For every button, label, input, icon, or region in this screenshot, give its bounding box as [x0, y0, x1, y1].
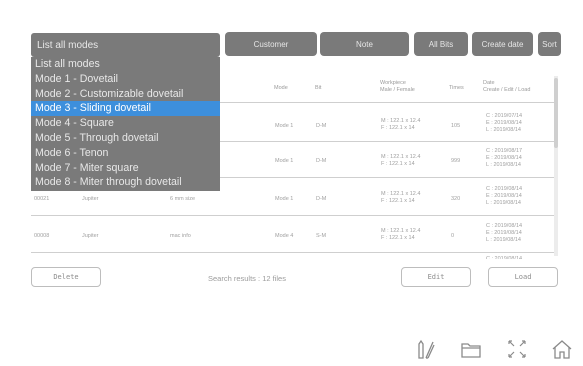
cell-workpiece-female: F : 122.1 x 14: [381, 161, 415, 167]
cell-times: 0: [451, 233, 455, 239]
cell-date-create: C : 2019/08/14: [486, 186, 523, 192]
cell-date-load: L : 2019/08/14: [486, 162, 521, 168]
cell-date-load: L : 2019/08/14: [486, 237, 521, 243]
cell-bit: D-M: [316, 196, 327, 202]
cell-workpiece-male: M : 122.1 x 12.4: [381, 228, 421, 234]
cell-times: 320: [451, 196, 461, 202]
cell-note: 6 mm size: [170, 196, 196, 202]
dropdown-option-mode-2[interactable]: Mode 2 - Customizable dovetail: [31, 87, 220, 102]
cell-workpiece-female: F : 122.1 x 14: [381, 198, 415, 204]
cell-date-load: L : 2019/08/14: [486, 200, 521, 206]
search-results-count: Search results : 12 files: [208, 274, 286, 283]
cell-workpiece-male: M : 122.1 x 12.4: [381, 154, 421, 160]
cell-workpiece-female: F : 122.1 x 14: [381, 235, 415, 241]
cell-date-create: C : 2019/08/17: [486, 148, 523, 154]
fullscreen-icon[interactable]: [506, 338, 528, 360]
cell-times: 999: [451, 158, 461, 164]
header-date: Date: [483, 80, 495, 86]
dropdown-option-mode-6[interactable]: Mode 6 - Tenon: [31, 146, 220, 161]
note-sort-button[interactable]: Note: [320, 32, 409, 56]
edit-label: Edit: [427, 273, 445, 281]
header-workpiece: Workpiece: [380, 80, 406, 86]
customer-sort-label: Customer: [253, 39, 289, 49]
cell-mode: Mode 1: [275, 123, 294, 129]
cell-date-create: C : 2019/08/14: [486, 223, 523, 229]
dropdown-option-mode-5[interactable]: Mode 5 - Through dovetail: [31, 131, 220, 146]
cell-mode: Mode 1: [275, 196, 294, 202]
dropdown-option-mode-8[interactable]: Mode 8 - Miter through dovetail: [31, 175, 220, 190]
row-divider: [31, 252, 554, 253]
all-bits-label: All Bits: [428, 39, 454, 49]
cell-mode: Mode 4: [275, 233, 294, 239]
cell-date-create-partial: C : 2019/08/14: [486, 256, 523, 259]
dropdown-option-mode-3[interactable]: Mode 3 - Sliding dovetail: [31, 101, 220, 117]
cell-workpiece-female: F : 122.1 x 14: [381, 125, 415, 131]
mode-filter-value: List all modes: [37, 39, 99, 51]
cell-customer: Jupiter: [82, 196, 99, 202]
create-date-label: Create date: [481, 39, 524, 49]
cell-times: 105: [451, 123, 461, 129]
sort-button[interactable]: Sort: [538, 32, 561, 56]
cell-date-load: L : 2019/08/14: [486, 127, 521, 133]
edit-button[interactable]: Edit: [401, 267, 471, 287]
dropdown-option-mode-7[interactable]: Mode 7 - Miter square: [31, 161, 220, 176]
cell-id: 00021: [34, 196, 50, 202]
header-workpiece-sub: Male / Female: [380, 87, 415, 93]
cell-id: 00008: [34, 233, 50, 239]
cell-note: mac info: [170, 233, 191, 239]
cell-customer: Jupiter: [82, 233, 99, 239]
cell-bit: D-M: [316, 158, 327, 164]
header-date-sub: Create / Edit / Load: [483, 87, 531, 93]
delete-button[interactable]: Delete: [31, 267, 101, 287]
ruler-pencil-icon[interactable]: [415, 338, 437, 360]
load-button[interactable]: Load: [488, 267, 558, 287]
cell-workpiece-male: M : 122.1 x 12.4: [381, 191, 421, 197]
mode-filter-select[interactable]: List all modes: [31, 33, 220, 57]
cell-date-create: C : 2019/07/14: [486, 113, 523, 119]
cell-workpiece-male: M : 122.1 x 12.4: [381, 118, 421, 124]
cell-mode: Mode 1: [275, 158, 294, 164]
sort-label: Sort: [542, 39, 557, 49]
cell-date-edit: E : 2019/08/14: [486, 155, 522, 161]
dropdown-option-mode-4[interactable]: Mode 4 - Square: [31, 116, 220, 131]
customer-sort-button[interactable]: Customer: [225, 32, 317, 56]
row-divider: [31, 215, 554, 216]
cell-date-edit: E : 2019/08/14: [486, 230, 522, 236]
mode-filter-dropdown[interactable]: List all modes Mode 1 - Dovetail Mode 2 …: [31, 57, 220, 191]
cell-bit: D-M: [316, 123, 327, 129]
dropdown-option-mode-1[interactable]: Mode 1 - Dovetail: [31, 72, 220, 87]
all-bits-button[interactable]: All Bits: [414, 32, 468, 56]
folder-icon[interactable]: [460, 338, 482, 360]
cell-date-edit: E : 2019/08/14: [486, 120, 522, 126]
create-date-button[interactable]: Create date: [472, 32, 533, 56]
home-icon[interactable]: [551, 338, 573, 360]
table-scrollbar-thumb[interactable]: [554, 78, 558, 148]
header-mode: Mode: [274, 85, 288, 91]
cell-bit: S-M: [316, 233, 327, 239]
delete-label: Delete: [53, 273, 79, 281]
dropdown-option-all[interactable]: List all modes: [31, 57, 220, 72]
load-label: Load: [514, 273, 532, 281]
note-sort-label: Note: [356, 39, 373, 49]
header-bit: Bit: [315, 85, 322, 91]
header-times: Times: [449, 85, 464, 91]
cell-date-edit: E : 2019/08/14: [486, 193, 522, 199]
